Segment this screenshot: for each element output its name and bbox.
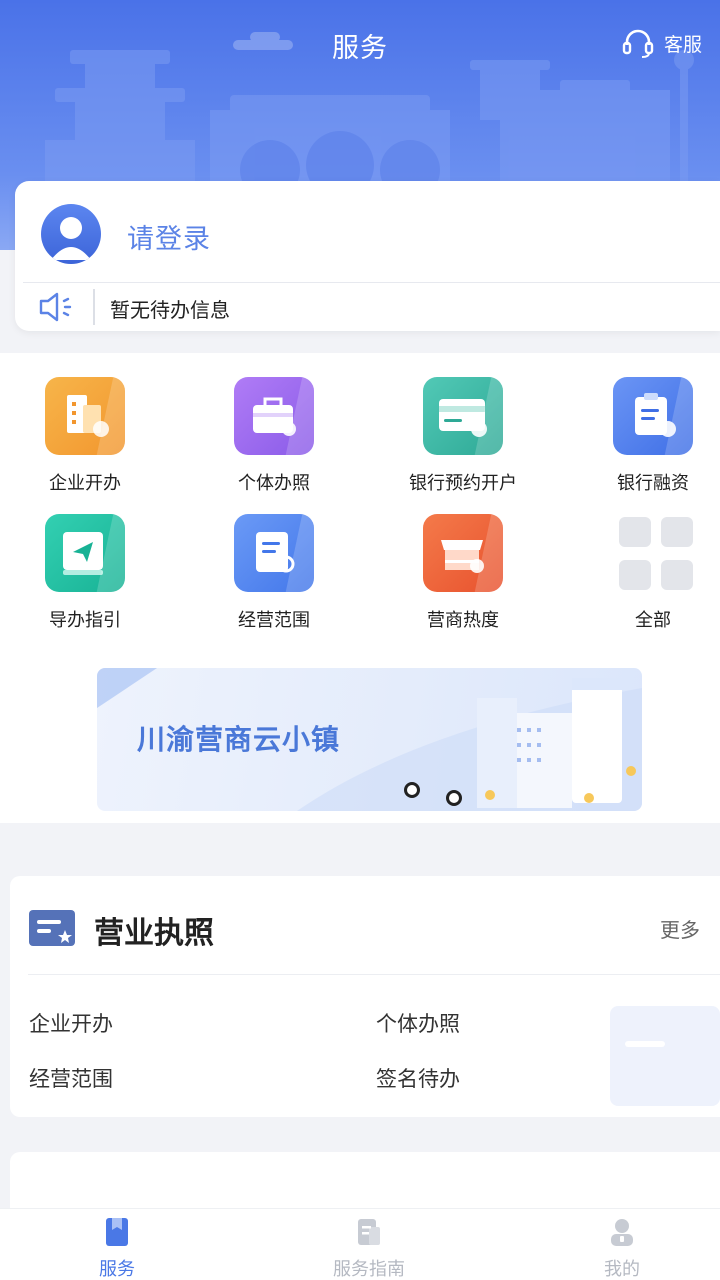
section-title: 营业执照 [94, 916, 214, 951]
tab-label: 服务 [99, 1259, 135, 1280]
license-watermark-icon [610, 1006, 720, 1106]
license-link-individual-license[interactable]: 个体办照 [376, 1008, 460, 1038]
login-link[interactable]: 请登录 [127, 217, 211, 256]
bank-card-icon [423, 377, 503, 455]
customer-service-button[interactable]: 客服 [622, 28, 702, 58]
divider [28, 974, 720, 975]
license-link-business-scope[interactable]: 经营范围 [29, 1063, 113, 1093]
grid-item-label: 银行融资 [617, 473, 689, 494]
clipboard-icon [613, 377, 693, 455]
customer-service-label: 客服 [663, 33, 702, 56]
grid-item-bank-financing[interactable]: 银行融资 [583, 377, 720, 495]
headset-icon [622, 29, 654, 58]
grid-item-label: 银行预约开户 [409, 473, 517, 494]
license-link-enterprise-setup[interactable]: 企业开办 [29, 1008, 113, 1038]
grid-all-icon [616, 514, 693, 592]
divider [93, 289, 95, 325]
next-section-card [10, 1152, 720, 1212]
grid-item-individual-license[interactable]: 个体办照 [204, 377, 344, 495]
license-link-signature-pending[interactable]: 签名待办 [376, 1063, 460, 1093]
grid-item-label: 导办指引 [49, 610, 121, 631]
grid-item-label: 个体办照 [238, 473, 310, 494]
building-icon [45, 377, 125, 455]
tab-services[interactable]: 服务 [37, 1217, 197, 1280]
tab-label: 我的 [604, 1259, 640, 1280]
todo-notice: 暂无待办信息 [110, 298, 230, 322]
grid-item-business-scope[interactable]: 经营范围 [204, 514, 344, 632]
more-link[interactable]: 更多 [660, 914, 700, 943]
promo-banner[interactable]: 川渝营商云小镇 [97, 668, 642, 811]
grid-item-label: 经营范围 [238, 610, 310, 631]
banner-title: 川渝营商云小镇 [137, 723, 341, 756]
tab-service-guide[interactable]: 服务指南 [289, 1217, 449, 1280]
grid-item-guidance[interactable]: 导办指引 [15, 514, 155, 632]
login-card: 请登录 暂无待办信息 [15, 181, 720, 331]
speaker-icon [37, 289, 77, 329]
bottom-tab-bar: 服务 服务指南 我的 [0, 1208, 720, 1280]
document-icon [358, 1219, 380, 1245]
grid-item-business-heat[interactable]: 营商热度 [393, 514, 533, 632]
storefront-icon [423, 514, 503, 592]
paper-plane-icon [45, 514, 125, 592]
avatar[interactable] [41, 204, 101, 264]
divider [23, 282, 720, 283]
business-license-card: 营业执照 更多 企业开办 个体办照 经营范围 签名待办 [10, 876, 720, 1117]
grid-item-bank-account-booking[interactable]: 银行预约开户 [393, 377, 533, 495]
grid-item-label: 营商热度 [427, 610, 499, 631]
user-icon [611, 1219, 633, 1246]
document-search-icon [234, 514, 314, 592]
page-title: 服务 [332, 33, 388, 64]
grid-item-label: 企业开办 [49, 473, 121, 494]
tab-profile[interactable]: 我的 [542, 1217, 702, 1280]
user-icon [51, 217, 91, 260]
grid-item-all[interactable]: 全部 [583, 514, 720, 632]
license-icon [29, 908, 77, 952]
briefcase-icon [234, 377, 314, 455]
grid-item-label: 全部 [635, 610, 671, 631]
grid-item-enterprise-setup[interactable]: 企业开办 [15, 377, 155, 495]
tab-label: 服务指南 [333, 1259, 405, 1280]
bookmark-icon [106, 1218, 128, 1246]
